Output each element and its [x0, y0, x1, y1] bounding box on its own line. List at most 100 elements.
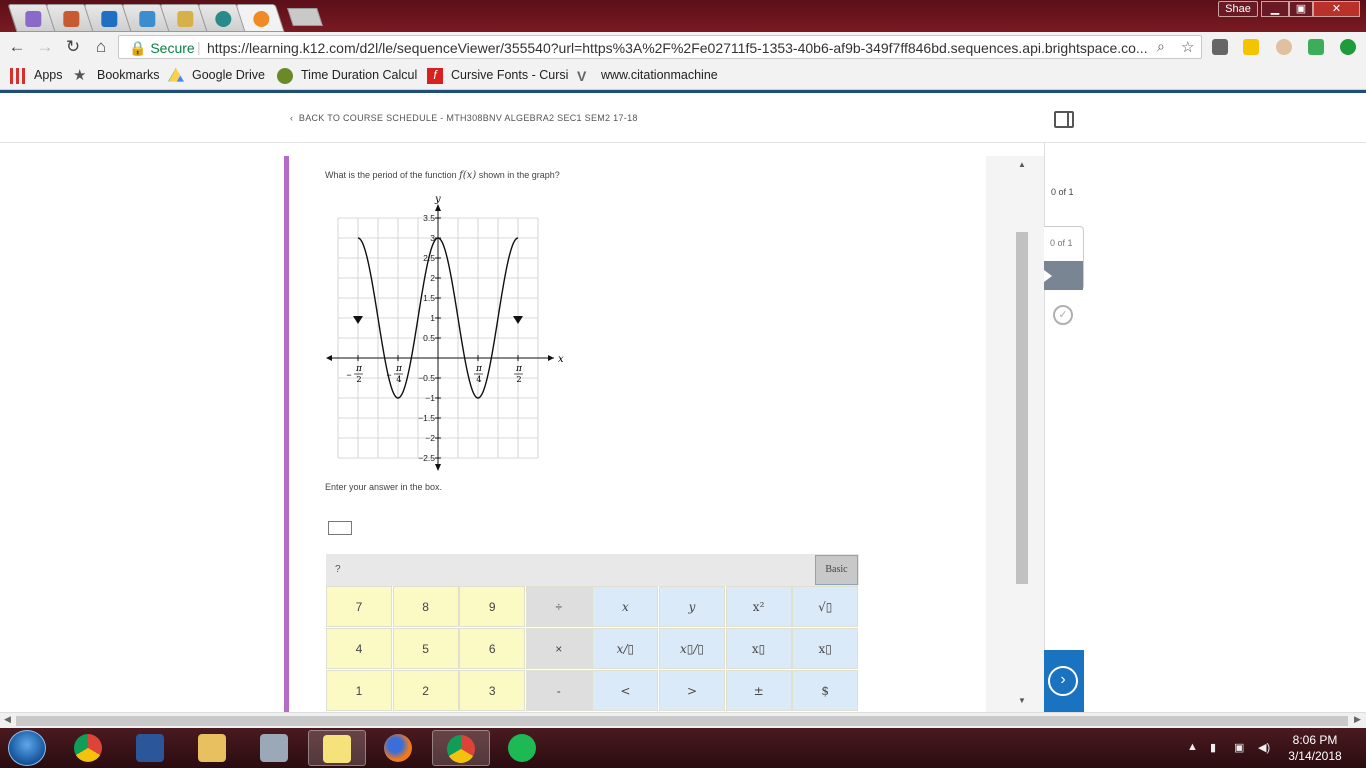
address-bar[interactable]: 🔒 Secure | https://learning.k12.com/d2l/…	[118, 35, 1202, 59]
keypad-key[interactable]: 1	[326, 670, 392, 711]
keypad-header: ? Basic	[326, 554, 859, 586]
keypad-key[interactable]: x▯/▯	[659, 628, 725, 669]
new-tab-button[interactable]	[287, 8, 323, 26]
clock-date: 3/14/2018	[1288, 749, 1342, 763]
keypad-key[interactable]: ÷	[525, 586, 592, 627]
taskbar-chrome[interactable]	[60, 730, 118, 766]
keypad-key[interactable]: ×	[525, 628, 592, 669]
y-tick-label: −1	[425, 393, 435, 403]
scroll-right-icon[interactable]: ▶	[1354, 714, 1361, 725]
bookmark-apps[interactable]: Apps	[34, 68, 63, 82]
scroll-down-icon[interactable]: ▼	[1018, 696, 1026, 705]
secure-lock-label: 🔒 Secure	[129, 40, 195, 56]
x-tick-label: π2−	[346, 364, 363, 385]
zoom-icon[interactable]: ⌕	[1157, 38, 1165, 55]
back-to-course-link[interactable]: ‹ BACK TO COURSE SCHEDULE - MTH308BNV AL…	[290, 113, 638, 123]
bookmark-google-drive[interactable]: Google Drive	[192, 68, 265, 82]
x-tick-denominator: 2	[356, 375, 361, 385]
back-arrow-icon[interactable]: ←	[7, 37, 27, 57]
shield-extension-icon[interactable]	[1212, 39, 1228, 55]
clock[interactable]: 8:06 PM 3/14/2018	[1280, 732, 1350, 764]
x-tick-label: π4	[474, 364, 483, 385]
scroll-up-icon[interactable]: ▲	[1018, 160, 1026, 169]
panel-toggle-icon[interactable]	[1054, 111, 1074, 128]
keypad-key[interactable]: x▯	[725, 628, 792, 669]
keypad-key[interactable]: >	[659, 670, 725, 711]
p-icon	[215, 11, 232, 27]
action-center-icon[interactable]: ▣	[1234, 741, 1248, 755]
file-explorer-icon	[198, 734, 226, 762]
x-tick-label: π2	[514, 364, 523, 385]
keypad-key[interactable]: 7	[326, 586, 392, 627]
taskbar-sticky-notes[interactable]	[308, 730, 366, 766]
reload-icon[interactable]: ↻	[63, 37, 83, 57]
keypad-key[interactable]: 6	[459, 628, 526, 669]
maximize-button[interactable]: ▣	[1289, 1, 1313, 17]
browser-title-bar: Shae ▁ ▣ ✕	[0, 0, 1366, 32]
url-text[interactable]: https://learning.k12.com/d2l/le/sequence…	[207, 40, 1167, 56]
horizontal-scroll-thumb[interactable]	[16, 716, 1348, 726]
keypad-key[interactable]: <	[592, 670, 659, 711]
minimize-button[interactable]: ▁	[1261, 1, 1289, 17]
y-tick-label: 2	[430, 273, 435, 283]
answer-input[interactable]	[328, 521, 352, 535]
keypad-key[interactable]: x	[592, 586, 659, 627]
chrome-icon	[447, 735, 475, 763]
vertical-scroll-thumb[interactable]	[1016, 232, 1028, 584]
keypad-key[interactable]: √▯	[792, 586, 859, 627]
progress-card[interactable]: 0 of 1	[1044, 226, 1084, 290]
bookmark-star-icon[interactable]: ☆	[1181, 38, 1194, 56]
keypad-key[interactable]: x/▯	[592, 628, 659, 669]
answer-prompt: Enter your answer in the box.	[325, 482, 443, 492]
bookmark-bookmarks[interactable]: Bookmarks	[97, 68, 160, 82]
keypad-help-button[interactable]: ?	[335, 564, 341, 575]
home-icon[interactable]: ⌂	[91, 37, 111, 57]
x-tick-numerator: π	[355, 364, 363, 374]
course-navigation-bar: ‹ BACK TO COURSE SCHEDULE - MTH308BNV AL…	[0, 93, 1366, 143]
horizontal-scrollbar[interactable]: ◀ ▶	[0, 712, 1366, 728]
y-tick-label: 0.5	[423, 333, 435, 343]
x-tick-numerator: π	[475, 364, 483, 374]
volume-icon[interactable]: ◀)	[1258, 741, 1272, 755]
keypad-key[interactable]: 9	[459, 586, 526, 627]
keypad-mode-button[interactable]: Basic	[815, 555, 858, 585]
avatar-extension-icon[interactable]	[1276, 39, 1292, 55]
tab-brightspace[interactable]	[235, 4, 285, 32]
x-axis-label: x	[558, 354, 564, 365]
taskbar-word[interactable]	[122, 730, 180, 766]
scroll-left-icon[interactable]: ◀	[4, 714, 11, 725]
keypad-key[interactable]: x▯	[792, 628, 859, 669]
star-icon: ★	[73, 67, 87, 84]
profile-button[interactable]: Shae	[1218, 1, 1258, 17]
keypad-key[interactable]: 8	[392, 586, 459, 627]
taskbar-spotify[interactable]	[494, 730, 552, 766]
show-hidden-icons-icon[interactable]: ▲	[1187, 741, 1201, 755]
bookmark-cursive-fonts[interactable]: Cursive Fonts - Cursi	[451, 68, 568, 82]
math-keypad: ? Basic 7 8 9 ÷ x y x² √▯ 4 5 6 × x/▯ x▯/▯ x▯ x▯ 1 2 3- < > ±…	[326, 554, 859, 714]
bookmark-time-duration[interactable]: Time Duration Calcul	[301, 68, 417, 82]
y-tick-label: 1	[430, 313, 435, 323]
taskbar-calculator[interactable]	[246, 730, 304, 766]
keypad-key[interactable]: x²	[725, 586, 792, 627]
close-button[interactable]: ✕	[1313, 1, 1360, 17]
pacman-extension-icon[interactable]	[1243, 39, 1259, 55]
bookmark-citation-machine[interactable]: www.citationmachine	[601, 68, 718, 82]
network-icon[interactable]: ▮	[1210, 741, 1224, 755]
keypad-key[interactable]: $	[792, 670, 859, 711]
keypad-key[interactable]: -	[525, 670, 592, 711]
update-arrow-icon[interactable]	[1340, 39, 1356, 55]
keypad-key[interactable]: ±	[725, 670, 792, 711]
keypad-key[interactable]: 3	[459, 670, 526, 711]
y-tick-label: −2.5	[418, 453, 435, 463]
green-extension-icon[interactable]	[1308, 39, 1324, 55]
taskbar-chrome-active[interactable]	[432, 730, 490, 766]
taskbar-file-explorer[interactable]	[184, 730, 242, 766]
next-button[interactable]: ›	[1044, 650, 1084, 712]
forward-arrow-icon[interactable]: →	[35, 37, 55, 57]
keypad-key[interactable]: 2	[392, 670, 459, 711]
keypad-key[interactable]: 4	[326, 628, 392, 669]
keypad-key[interactable]: y	[659, 586, 725, 627]
start-button[interactable]	[8, 730, 46, 766]
keypad-key[interactable]: 5	[392, 628, 459, 669]
taskbar-firefox[interactable]	[370, 730, 428, 766]
